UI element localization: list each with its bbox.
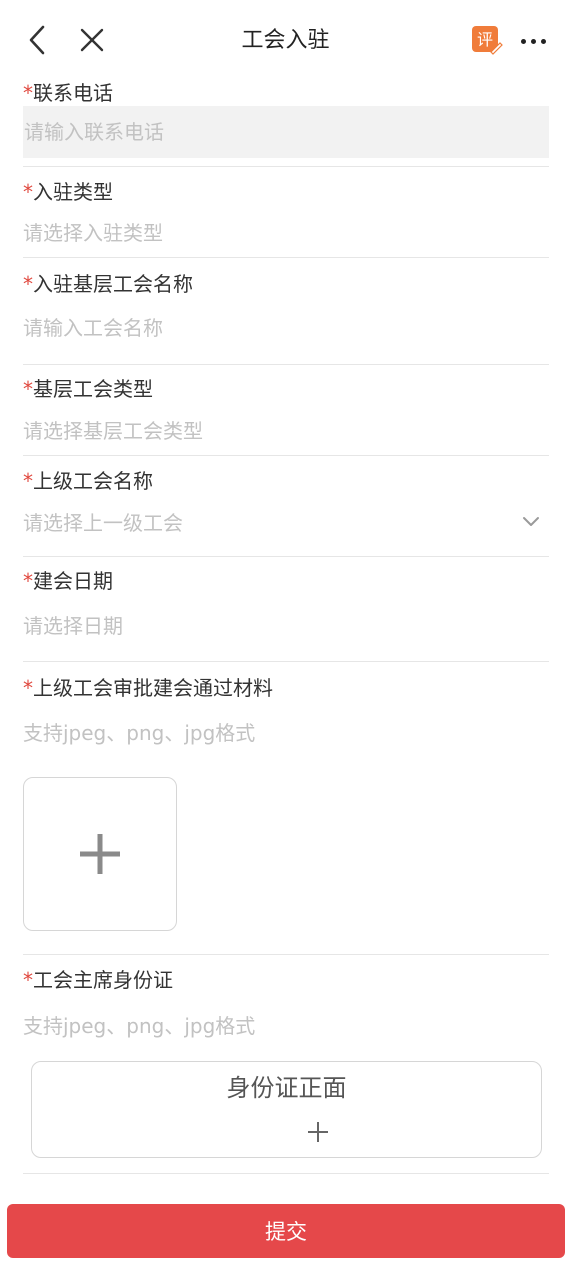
required-mark: * bbox=[23, 272, 33, 296]
chairman-id-field: *工会主席身份证 支持jpeg、png、jpg格式 bbox=[23, 966, 549, 1040]
chairman-id-label: *工会主席身份证 bbox=[23, 966, 549, 994]
review-icon[interactable]: 评 bbox=[471, 24, 503, 56]
union-name-label-text: 入驻基层工会名称 bbox=[33, 272, 193, 296]
approval-material-hint: 支持jpeg、png、jpg格式 bbox=[23, 721, 256, 745]
divider bbox=[23, 166, 549, 167]
required-mark: * bbox=[23, 569, 33, 593]
union-type-field[interactable]: *基层工会类型 请选择基层工会类型 bbox=[23, 375, 549, 445]
approval-material-label: *上级工会审批建会通过材料 bbox=[23, 674, 549, 702]
more-icon[interactable] bbox=[516, 28, 550, 54]
union-name-field: *入驻基层工会名称 请输入工会名称 bbox=[23, 270, 549, 342]
divider bbox=[23, 1173, 549, 1174]
union-type-select[interactable]: 请选择基层工会类型 bbox=[23, 417, 549, 445]
plus-icon bbox=[80, 834, 120, 874]
parent-union-field[interactable]: *上级工会名称 请选择上一级工会 bbox=[23, 467, 549, 537]
phone-input[interactable] bbox=[24, 106, 549, 158]
required-mark: * bbox=[23, 469, 33, 493]
chairman-id-hint: 支持jpeg、png、jpg格式 bbox=[23, 1014, 256, 1038]
approval-material-field: *上级工会审批建会通过材料 支持jpeg、png、jpg格式 bbox=[23, 674, 549, 747]
union-name-input[interactable]: 请输入工会名称 bbox=[23, 314, 549, 342]
required-mark: * bbox=[23, 377, 33, 401]
settle-type-field[interactable]: *入驻类型 请选择入驻类型 bbox=[23, 178, 549, 247]
divider bbox=[23, 257, 549, 258]
required-mark: * bbox=[23, 180, 33, 204]
settle-type-label: *入驻类型 bbox=[23, 178, 549, 206]
required-mark: * bbox=[23, 676, 33, 700]
phone-label-text: 联系电话 bbox=[33, 81, 113, 105]
divider bbox=[23, 455, 549, 456]
id-front-label: 身份证正面 bbox=[226, 1074, 347, 1102]
parent-union-select[interactable]: 请选择上一级工会 bbox=[23, 509, 549, 537]
settle-type-label-text: 入驻类型 bbox=[33, 180, 113, 204]
phone-label: *联系电话 bbox=[23, 79, 549, 107]
chevron-down-icon[interactable] bbox=[520, 514, 542, 530]
union-name-label: *入驻基层工会名称 bbox=[23, 270, 549, 298]
phone-field: *联系电话 bbox=[23, 79, 549, 107]
union-settle-page: 工会入驻 评 *联系电话 *入驻类型 请选择入驻类型 *入驻基层工会名称 请输入… bbox=[0, 0, 571, 1280]
review-icon-glyph: 评 bbox=[477, 30, 493, 49]
nav-bar: 工会入驻 评 bbox=[0, 0, 571, 82]
divider bbox=[23, 954, 549, 955]
approval-upload-button[interactable] bbox=[23, 777, 177, 931]
chairman-id-label-text: 工会主席身份证 bbox=[33, 968, 173, 992]
founding-date-picker[interactable]: 请选择日期 bbox=[23, 612, 549, 640]
id-front-upload-button[interactable]: 身份证正面 bbox=[31, 1061, 542, 1158]
required-mark: * bbox=[23, 968, 33, 992]
divider bbox=[23, 661, 549, 662]
founding-date-field[interactable]: *建会日期 请选择日期 bbox=[23, 567, 549, 640]
parent-union-label-text: 上级工会名称 bbox=[33, 469, 153, 493]
plus-icon bbox=[308, 1122, 328, 1142]
required-mark: * bbox=[23, 81, 33, 105]
union-type-label: *基层工会类型 bbox=[23, 375, 549, 403]
founding-date-label-text: 建会日期 bbox=[33, 569, 113, 593]
founding-date-label: *建会日期 bbox=[23, 567, 549, 595]
union-type-label-text: 基层工会类型 bbox=[33, 377, 153, 401]
settle-type-select[interactable]: 请选择入驻类型 bbox=[23, 219, 549, 247]
parent-union-label: *上级工会名称 bbox=[23, 467, 549, 495]
divider bbox=[23, 556, 549, 557]
approval-material-label-text: 上级工会审批建会通过材料 bbox=[33, 676, 273, 700]
submit-button[interactable]: 提交 bbox=[7, 1204, 565, 1258]
phone-input-box[interactable] bbox=[23, 106, 549, 158]
divider bbox=[23, 364, 549, 365]
